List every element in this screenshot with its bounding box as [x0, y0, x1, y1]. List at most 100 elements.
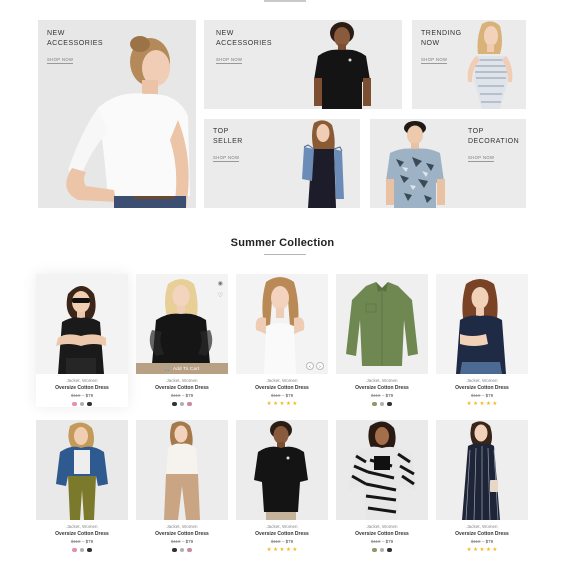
product-card[interactable]: ‹ › Jacket, Women Oversize Cotton Dress … [236, 274, 328, 407]
current-price: $79 [385, 393, 394, 398]
product-price: $110 – $79 [36, 392, 128, 400]
product-name[interactable]: Oversize Cotton Dress [36, 530, 128, 538]
current-price: $79 [485, 539, 494, 544]
color-swatches [136, 401, 228, 407]
color-swatch[interactable] [179, 547, 185, 553]
color-swatch[interactable] [179, 401, 185, 407]
shop-now-link[interactable]: SHOP NOW [468, 155, 495, 162]
product-card[interactable]: Jacket, Women Oversize Cotton Dress $110… [436, 274, 528, 407]
old-price: $110 [270, 539, 281, 544]
product-card[interactable]: ◉ ♡ 🛒 Add To Cart Jacket, Women Oversize … [136, 274, 228, 407]
product-name[interactable]: Oversize Cotton Dress [336, 384, 428, 392]
color-swatch[interactable] [387, 401, 392, 407]
rating-stars: ★ ★ ★ ★ ★ [436, 547, 528, 553]
color-swatch[interactable] [79, 547, 85, 553]
product-image[interactable]: ◉ ♡ 🛒 Add To Cart [136, 274, 228, 374]
product-card[interactable]: Jacket, Women Oversize Cotton Dress $110… [336, 274, 428, 407]
product-price: $110 – $79 [236, 392, 328, 400]
product-name[interactable]: Oversize Cotton Dress [336, 530, 428, 538]
color-swatches [36, 547, 128, 553]
color-swatch[interactable] [187, 401, 192, 407]
image-nav: ‹ › [306, 362, 324, 370]
product-image[interactable]: ‹ › [236, 274, 328, 374]
color-swatch[interactable] [172, 401, 177, 407]
current-price: $79 [185, 393, 194, 398]
product-image[interactable] [436, 420, 528, 520]
product-name[interactable]: Oversize Cotton Dress [136, 384, 228, 392]
banner-new-accessories[interactable]: NEW ACCESSORIES SHOP NOW [204, 20, 402, 109]
color-swatch[interactable] [79, 401, 85, 407]
color-swatch[interactable] [72, 547, 77, 553]
current-price: $79 [285, 539, 294, 544]
model-image [308, 20, 378, 109]
color-swatch[interactable] [379, 401, 385, 407]
product-row: Jacket, Women Oversize Cotton Dress $110… [36, 274, 528, 420]
banner-top-seller[interactable]: TOP SELLER SHOP NOW [204, 119, 360, 208]
banner-title: NEW ACCESSORIES [47, 30, 104, 47]
color-swatches [136, 547, 228, 553]
price-separator: – [281, 393, 285, 398]
product-card[interactable]: Jacket, Women Oversize Cotton Dress $110… [236, 420, 328, 553]
product-image[interactable] [336, 274, 428, 374]
shop-now-link[interactable]: SHOP NOW [216, 57, 243, 64]
banner-top-decoration[interactable]: TOP DECORATION SHOP NOW [370, 119, 526, 208]
top-divider [264, 0, 306, 2]
prev-arrow-icon[interactable]: ‹ [306, 362, 314, 370]
color-swatch[interactable] [187, 547, 192, 553]
banner-text: NEW ACCESSORIES SHOP NOW [47, 29, 103, 66]
product-card[interactable]: Jacket, Women Oversize Cotton Dress $110… [36, 420, 128, 553]
product-image[interactable] [136, 420, 228, 520]
current-price: $79 [185, 539, 194, 544]
product-price: $110 – $79 [336, 538, 428, 546]
current-price: $79 [85, 539, 94, 544]
banner-title: TRENDING NOW [421, 30, 462, 47]
product-image[interactable] [436, 274, 528, 374]
product-name[interactable]: Oversize Cotton Dress [436, 530, 528, 538]
color-swatch[interactable] [387, 547, 392, 553]
shop-now-link[interactable]: SHOP NOW [213, 155, 240, 162]
product-card[interactable]: Jacket, Women Oversize Cotton Dress $110… [136, 420, 228, 553]
color-swatch[interactable] [87, 547, 92, 553]
product-image[interactable] [236, 420, 328, 520]
product-name[interactable]: Oversize Cotton Dress [36, 384, 128, 392]
product-card[interactable]: Jacket, Women Oversize Cotton Dress $110… [36, 274, 128, 407]
shop-now-link[interactable]: SHOP NOW [421, 57, 448, 64]
star-icon: ★ [285, 401, 291, 407]
product-image[interactable] [336, 420, 428, 520]
product-name[interactable]: Oversize Cotton Dress [236, 384, 328, 392]
color-swatch[interactable] [372, 547, 377, 553]
star-icon: ★ [492, 547, 498, 553]
old-price: $110 [70, 539, 81, 544]
eye-icon[interactable]: ◉ [218, 280, 223, 288]
add-to-cart-button[interactable]: 🛒 Add To Cart [136, 363, 228, 374]
product-image[interactable] [36, 420, 128, 520]
star-icon: ★ [485, 401, 491, 407]
price-separator: – [81, 539, 85, 544]
star-icon: ★ [273, 547, 279, 553]
price-separator: – [481, 393, 485, 398]
color-swatch[interactable] [72, 401, 77, 407]
product-name[interactable]: Oversize Cotton Dress [136, 530, 228, 538]
color-swatch[interactable] [372, 401, 377, 407]
add-to-cart-label: Add To Cart [173, 366, 200, 371]
product-name[interactable]: Oversize Cotton Dress [436, 384, 528, 392]
banner-new-accessories-large[interactable]: NEW ACCESSORIES SHOP NOW [38, 20, 196, 208]
color-swatch[interactable] [172, 547, 177, 553]
product-price: $110 – $79 [136, 392, 228, 400]
star-icon: ★ [279, 401, 285, 407]
color-swatch[interactable] [87, 401, 92, 407]
star-icon: ★ [473, 547, 479, 553]
price-separator: – [181, 539, 185, 544]
product-card[interactable]: Jacket, Women Oversize Cotton Dress $110… [436, 420, 528, 553]
product-name[interactable]: Oversize Cotton Dress [236, 530, 328, 538]
banner-text: NEW ACCESSORIES SHOP NOW [216, 29, 272, 66]
product-card[interactable]: Jacket, Women Oversize Cotton Dress $110… [336, 420, 428, 553]
section-title: Summer Collection [230, 237, 335, 249]
color-swatch[interactable] [379, 547, 385, 553]
product-price: $110 – $79 [136, 538, 228, 546]
heart-icon[interactable]: ♡ [218, 292, 223, 300]
shop-now-link[interactable]: SHOP NOW [47, 57, 74, 64]
banner-trending-now[interactable]: TRENDING NOW SHOP NOW [412, 20, 526, 109]
next-arrow-icon[interactable]: › [316, 362, 324, 370]
product-image[interactable] [36, 274, 128, 374]
